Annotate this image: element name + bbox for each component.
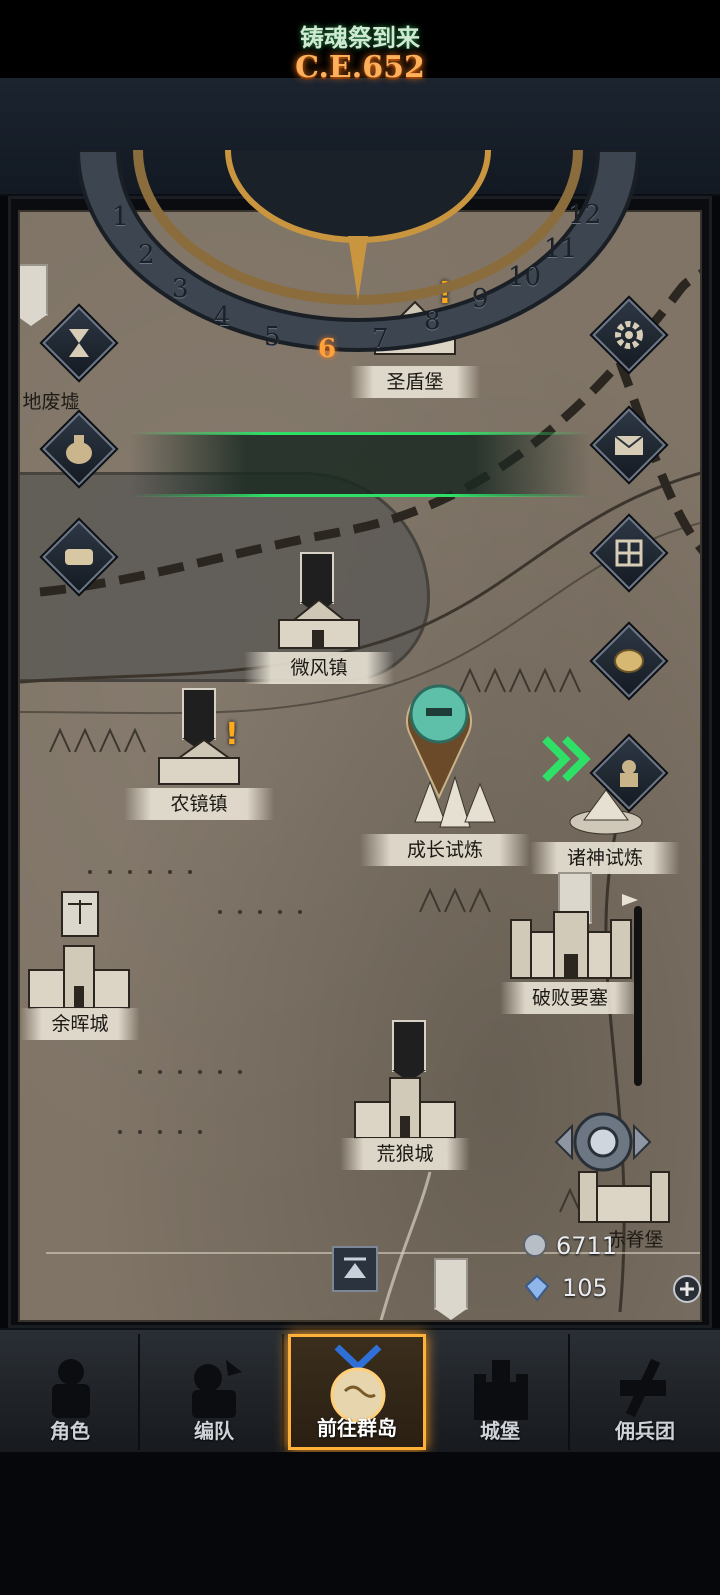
event-banner[interactable] — [130, 428, 590, 502]
knight-button[interactable] — [592, 736, 666, 810]
location-weifeng[interactable]: 微风镇 — [244, 652, 394, 684]
month-3[interactable]: 3 — [172, 274, 189, 304]
location-nongjing[interactable]: 农镜镇 — [124, 788, 274, 820]
tab-mercenary[interactable]: 佣兵团 — [576, 1334, 714, 1450]
silver-amount: 6711 — [556, 1232, 618, 1260]
faction-banner — [392, 1020, 426, 1082]
bag-button[interactable] — [42, 412, 116, 486]
tab-formation[interactable]: 编队 — [146, 1334, 284, 1450]
calendar-dial[interactable] — [78, 150, 638, 390]
tab-label: 前往群岛 — [317, 1416, 397, 1440]
locate-target-icon[interactable] — [548, 1102, 658, 1182]
scroll-track[interactable] — [634, 906, 642, 1086]
month-7[interactable]: 7 — [372, 324, 389, 354]
mail-button[interactable] — [592, 408, 666, 482]
event-title: 铸魂祭到来 — [300, 24, 420, 52]
bottom-safe-area — [0, 1452, 720, 1595]
month-6-current[interactable]: 6 — [318, 334, 336, 364]
month-10[interactable]: 10 — [508, 262, 541, 292]
location-pobai[interactable]: 破败要塞 — [500, 982, 640, 1014]
coin-button[interactable] — [592, 624, 666, 698]
scroll-icon — [65, 549, 93, 565]
double-chevron-icon[interactable] — [540, 734, 600, 784]
flag-icon — [622, 894, 638, 906]
city-icon — [354, 1077, 456, 1139]
formation-icon — [192, 1360, 242, 1418]
mail-icon — [614, 435, 644, 455]
scales-banner-icon — [61, 891, 99, 937]
tab-go-to-islands[interactable]: 前往群岛 — [288, 1334, 426, 1450]
mercenary-icon — [620, 1358, 666, 1418]
town-icon — [158, 738, 240, 785]
month-4[interactable]: 4 — [214, 302, 231, 332]
silver-coin-icon — [523, 1233, 547, 1257]
tab-label: 佣兵团 — [615, 1419, 675, 1443]
tab-label: 编队 — [194, 1419, 234, 1443]
month-11[interactable]: 11 — [544, 234, 577, 264]
window-button[interactable] — [592, 516, 666, 590]
tab-character[interactable]: 角色 — [2, 1334, 140, 1450]
character-icon — [52, 1359, 90, 1418]
month-1[interactable]: 1 — [112, 202, 129, 232]
castle-icon — [474, 1360, 528, 1420]
window-icon — [615, 539, 643, 567]
tab-castle[interactable]: 城堡 — [432, 1334, 570, 1450]
town-icon — [278, 598, 360, 649]
coin-icon — [614, 649, 644, 673]
gear-icon — [615, 321, 643, 349]
month-5[interactable]: 5 — [264, 322, 281, 352]
tab-label: 城堡 — [480, 1419, 520, 1443]
knight-icon — [620, 760, 638, 787]
add-crystal-button[interactable] — [672, 1274, 702, 1304]
crystal-amount: 105 — [562, 1274, 608, 1302]
month-2[interactable]: 2 — [138, 240, 155, 270]
month-12[interactable]: 12 — [568, 200, 601, 230]
era-year-label: C.E.652 — [295, 50, 425, 85]
month-8[interactable]: 8 — [424, 306, 441, 336]
location-yuhui[interactable]: 余晖城 — [20, 1008, 140, 1040]
scroll-button[interactable] — [42, 520, 116, 594]
fortress-icon — [510, 911, 632, 979]
faction-banner — [434, 1258, 468, 1320]
hourglass-icon — [69, 329, 89, 357]
chevron-up-icon — [344, 1257, 366, 1278]
scroll-to-top-button[interactable] — [332, 1246, 378, 1292]
crystal-icon — [524, 1274, 550, 1302]
forest-icon — [414, 775, 496, 828]
location-huanglang[interactable]: 荒狼城 — [340, 1138, 470, 1170]
tab-label: 角色 — [50, 1419, 90, 1443]
settings-button[interactable] — [592, 298, 666, 372]
location-chengzhang[interactable]: 成长试炼 — [360, 834, 530, 866]
bag-icon — [66, 435, 92, 464]
hourglass-button[interactable] — [42, 306, 116, 380]
month-9[interactable]: 9 — [472, 284, 489, 314]
city-icon — [28, 945, 130, 1009]
location-zhushen[interactable]: 诸神试炼 — [530, 842, 680, 874]
